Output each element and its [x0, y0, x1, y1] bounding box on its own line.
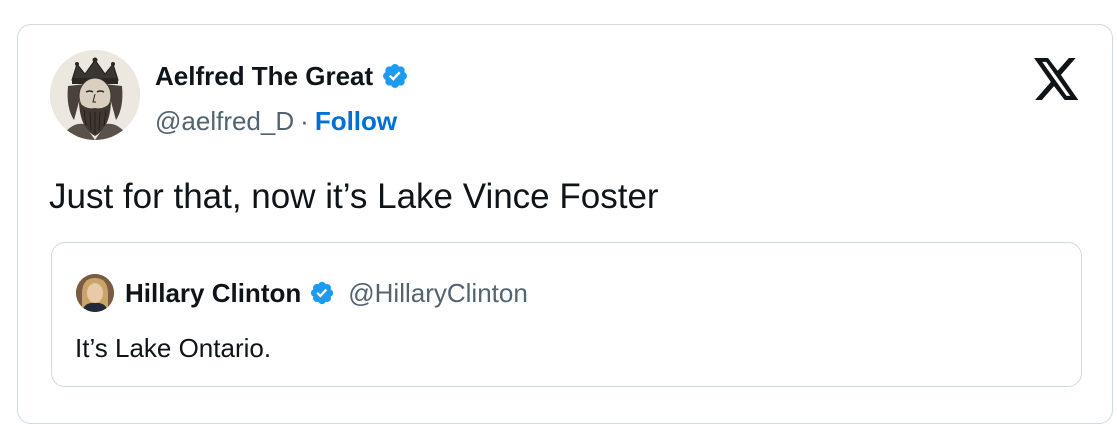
verified-badge-icon — [309, 280, 335, 306]
profile-photo-icon — [76, 274, 114, 312]
king-portrait-icon — [50, 50, 140, 140]
author-handle[interactable]: @aelfred_D — [155, 106, 294, 136]
quoted-tweet[interactable]: Hillary Clinton @HillaryClinton It’s Lak… — [51, 242, 1082, 387]
x-logo-icon[interactable] — [1034, 58, 1080, 100]
quoted-author-row: Hillary Clinton @HillaryClinton — [125, 274, 528, 312]
quoted-author-name[interactable]: Hillary Clinton — [125, 278, 301, 309]
verified-badge-icon — [381, 62, 409, 90]
author-display-name[interactable]: Aelfred The Great — [155, 58, 373, 94]
author-avatar[interactable] — [50, 50, 140, 140]
tweet-text: Just for that, now it’s Lake Vince Foste… — [49, 177, 659, 216]
separator-dot: · — [300, 106, 309, 136]
quoted-author-avatar[interactable] — [76, 274, 114, 312]
author-handle-row: @aelfred_D · Follow — [155, 103, 397, 139]
author-name-row[interactable]: Aelfred The Great — [155, 58, 409, 94]
tweet-card[interactable]: Aelfred The Great @aelfred_D · Follow Just… — [17, 24, 1113, 424]
follow-button[interactable]: Follow — [315, 106, 397, 136]
quoted-author-handle[interactable]: @HillaryClinton — [348, 278, 528, 309]
quoted-tweet-text: It’s Lake Ontario. — [75, 333, 272, 363]
